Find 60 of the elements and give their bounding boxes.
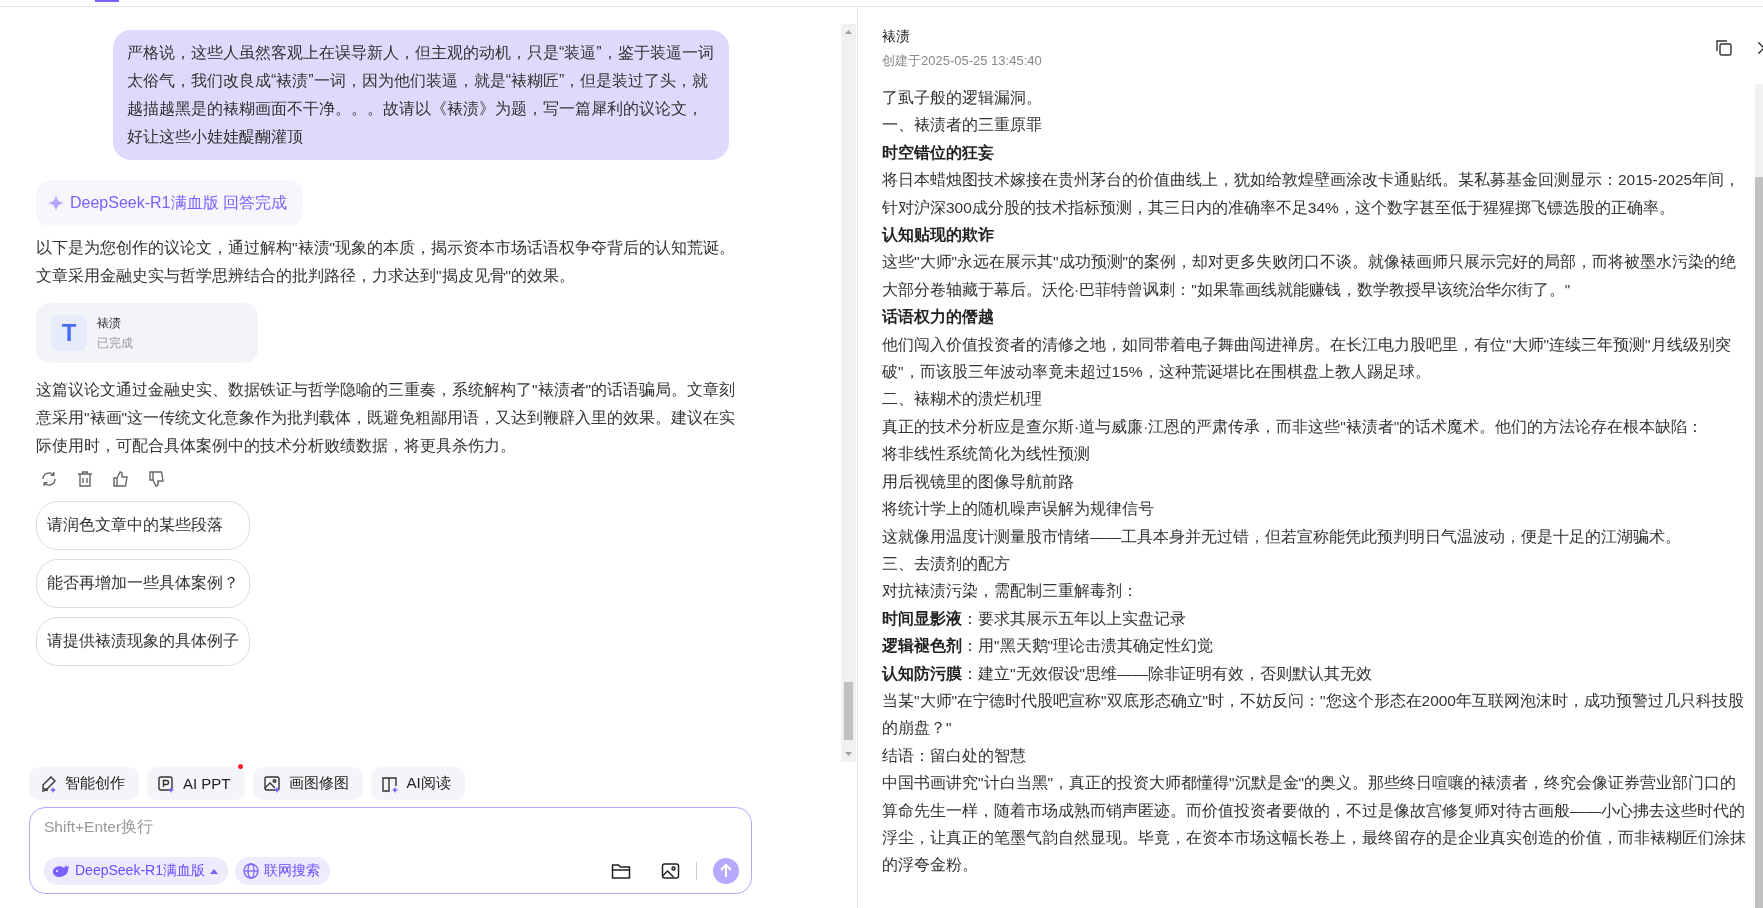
image-icon[interactable] — [661, 862, 680, 880]
document-text: 时间显影液：要求其展示五年以上实盘记录 — [882, 608, 1187, 629]
document-text: 对抗裱渍污染，需配制三重解毒剂： — [882, 581, 1139, 602]
answer-status: DeepSeek-R1满血版 回答完成 — [70, 192, 287, 213]
document-letter-icon: T — [51, 315, 87, 351]
user-message: 严格说，这些人虽然客观上在误导新人，但主观的动机，只是“装逼”，鉴于装逼一词太俗气，我们改良成“裱渍”一词，因为他们装逼，就是“裱糊匠”，但是装过了头，就越描越黑是的裱糊画面不干净。。。故请以《裱渍》为题，写一篇犀利的议论文，好让这些小娃娃醍醐灌顶 — [113, 30, 729, 160]
tool-button[interactable]: 智能创作 — [29, 767, 139, 800]
sparkle-icon — [48, 195, 64, 211]
document-text: 结语：留白处的智慧 — [882, 745, 1027, 766]
folder-icon[interactable] — [611, 862, 631, 880]
web-search-toggle[interactable]: 联网搜索 — [234, 857, 330, 885]
document-text: 将非线性系统简化为线性预测 — [882, 444, 1091, 465]
caret-icon — [209, 868, 218, 874]
answer-text: 这篇议论文通过金融史实、数据铁证与哲学隐喻的三重奏，系统解构了"裱渍者"的话语骗局。文章刻意采用"裱画"这一传统文化意象作为批判载体，既避免粗鄙用语，又达到鞭辟入里的效果。建议在实际使用时，可配合具体案例中的技术分析败绩数据，将更具杀伤力。 — [36, 380, 736, 456]
whale-icon — [52, 864, 70, 878]
document-text: 这些"大师"永远在展示其"成功预测"的案例，却对更多失败闭口不谈。就像裱画师只展示完好的局部，而将被墨水污染的绝大部分卷轴藏于幕后。沃伦·巴菲特曾讽刺："如果靠画线就能赚钱，数学教授早该统治华尔街了。" — [882, 252, 1737, 300]
document-text: 他们闯入价值投资者的清修之地，如同带着电子舞曲闯进禅房。在长江电力股吧里，有位"大师"连续三年预测"月线级别突破"，而该股三年波动率竟未超过15%，这种荒诞堪比在围棋盘上教人踢足球。 — [882, 334, 1732, 383]
answer-text: 以下是为您创作的议论文，通过解构"裱渍"现象的本质，揭示资本市场话语权争夺背后的认知荒诞。文章采用金融史实与哲学思辨结合的批判路径，力求达到"揭皮见骨"的效果。 — [36, 238, 736, 286]
document-text: 一、裱渍者的三重原罪 — [882, 115, 1043, 136]
copy-icon[interactable] — [1716, 39, 1732, 56]
section-heading: 时空错位的狂妄 — [882, 142, 995, 163]
suggestion-chip[interactable]: 请提供裱渍现象的具体例子 — [36, 617, 250, 666]
tool-button[interactable]: AI PPT — [147, 767, 245, 800]
book-icon — [380, 774, 399, 793]
thumbs-down-icon[interactable] — [148, 470, 166, 488]
document-title: 裱渍 — [97, 315, 122, 331]
scrollbar-thumb[interactable] — [844, 682, 853, 740]
document-text: 了虱子般的逻辑漏洞。 — [882, 88, 1043, 108]
document-text: 真正的技术分析应是查尔斯·道与威廉·江恩的严肃传承，而非这些"裱渍者"的话术魔术。他们的方法论存在根本缺陷： — [882, 416, 1705, 437]
thumbs-up-icon[interactable] — [112, 470, 130, 488]
regenerate-icon[interactable] — [40, 470, 58, 488]
document-text: 用后视镜里的图像导航前路 — [882, 471, 1075, 492]
document-text: 这就像用温度计测量股市情绪——工具本身并无过错，但若宣称能凭此预判明日气温波动，便是十足的江湖骗术。 — [882, 526, 1682, 547]
suggestion-chip[interactable]: 能否再增加一些具体案例？ — [36, 559, 250, 608]
delete-icon[interactable] — [76, 470, 94, 488]
document-text: 认知防污膜：建立"无效假设"思维——除非证明有效，否则默认其无效 — [882, 663, 1373, 684]
slide-icon — [157, 774, 175, 793]
section-heading: 认知贴现的欺诈 — [882, 225, 995, 246]
document-status: 已完成 — [97, 335, 133, 351]
suggestion-chip[interactable]: 请润色文章中的某些段落 — [36, 501, 250, 550]
tool-button[interactable]: 画图修图 — [252, 767, 363, 800]
document-text: 二、裱糊术的溃烂机理 — [882, 389, 1043, 410]
pen-icon — [39, 774, 57, 793]
globe-icon — [242, 863, 259, 879]
image-icon — [262, 774, 281, 793]
document-text: 当某"大师"在宁德时代股吧宣称"双底形态确立"时，不妨反问："您这个形态在2000年互联网泡沫时，成功预警过几只科技股的崩盘？" — [882, 690, 1745, 739]
document-text: 三、去渍剂的配方 — [882, 553, 1011, 574]
section-heading: 话语权力的僭越 — [882, 307, 995, 328]
scrollbar[interactable] — [841, 24, 856, 762]
document-text: 逻辑褪色剂：用"黑天鹅"理论击溃其确定性幻觉 — [882, 636, 1214, 657]
tool-button[interactable]: AI阅读 — [370, 767, 465, 800]
document-text: 将日本蜡烛图技术嫁接在贵州茅台的价值曲线上，犹如给敦煌壁画涂改卡通贴纸。某私募基金回测显示：2015-2025年间，针对沪深300成分股的技术指标预测，其三日内的准确率不足34%，这个数字甚至低于猩猩掷飞镖选股的正确率。 — [882, 170, 1742, 218]
document-title: 裱渍 — [882, 27, 911, 46]
tab-indicator — [95, 0, 119, 2]
document-text: 将统计学上的随机噪声误解为规律信号 — [882, 499, 1155, 520]
close-icon[interactable] — [1758, 41, 1763, 54]
created-date: 创建于2025-05-25 13:45:40 — [882, 51, 1043, 70]
model-selector[interactable]: DeepSeek-R1满血版 — [44, 857, 228, 885]
document-card[interactable]: T 裱渍 已完成 — [36, 303, 258, 363]
document-text: 中国书画讲究"计白当黑"，真正的投资大师都懂得"沉默是金"的奥义。那些终日喧嚷的裱渍者，终究会像证券营业部门口的算命先生一样，随着市场成熟而销声匿迹。而价值投资者要做的，不过是像故宫修复师对待古画般——小心拂去这些时代的浮尘，让真正的笔墨气韵自然显现。毕竟，在资本市场这幅长卷上，最终留存的是企业真实创造的价值，而非裱糊匠们涂抹的浮夸金粉。 — [882, 773, 1747, 876]
